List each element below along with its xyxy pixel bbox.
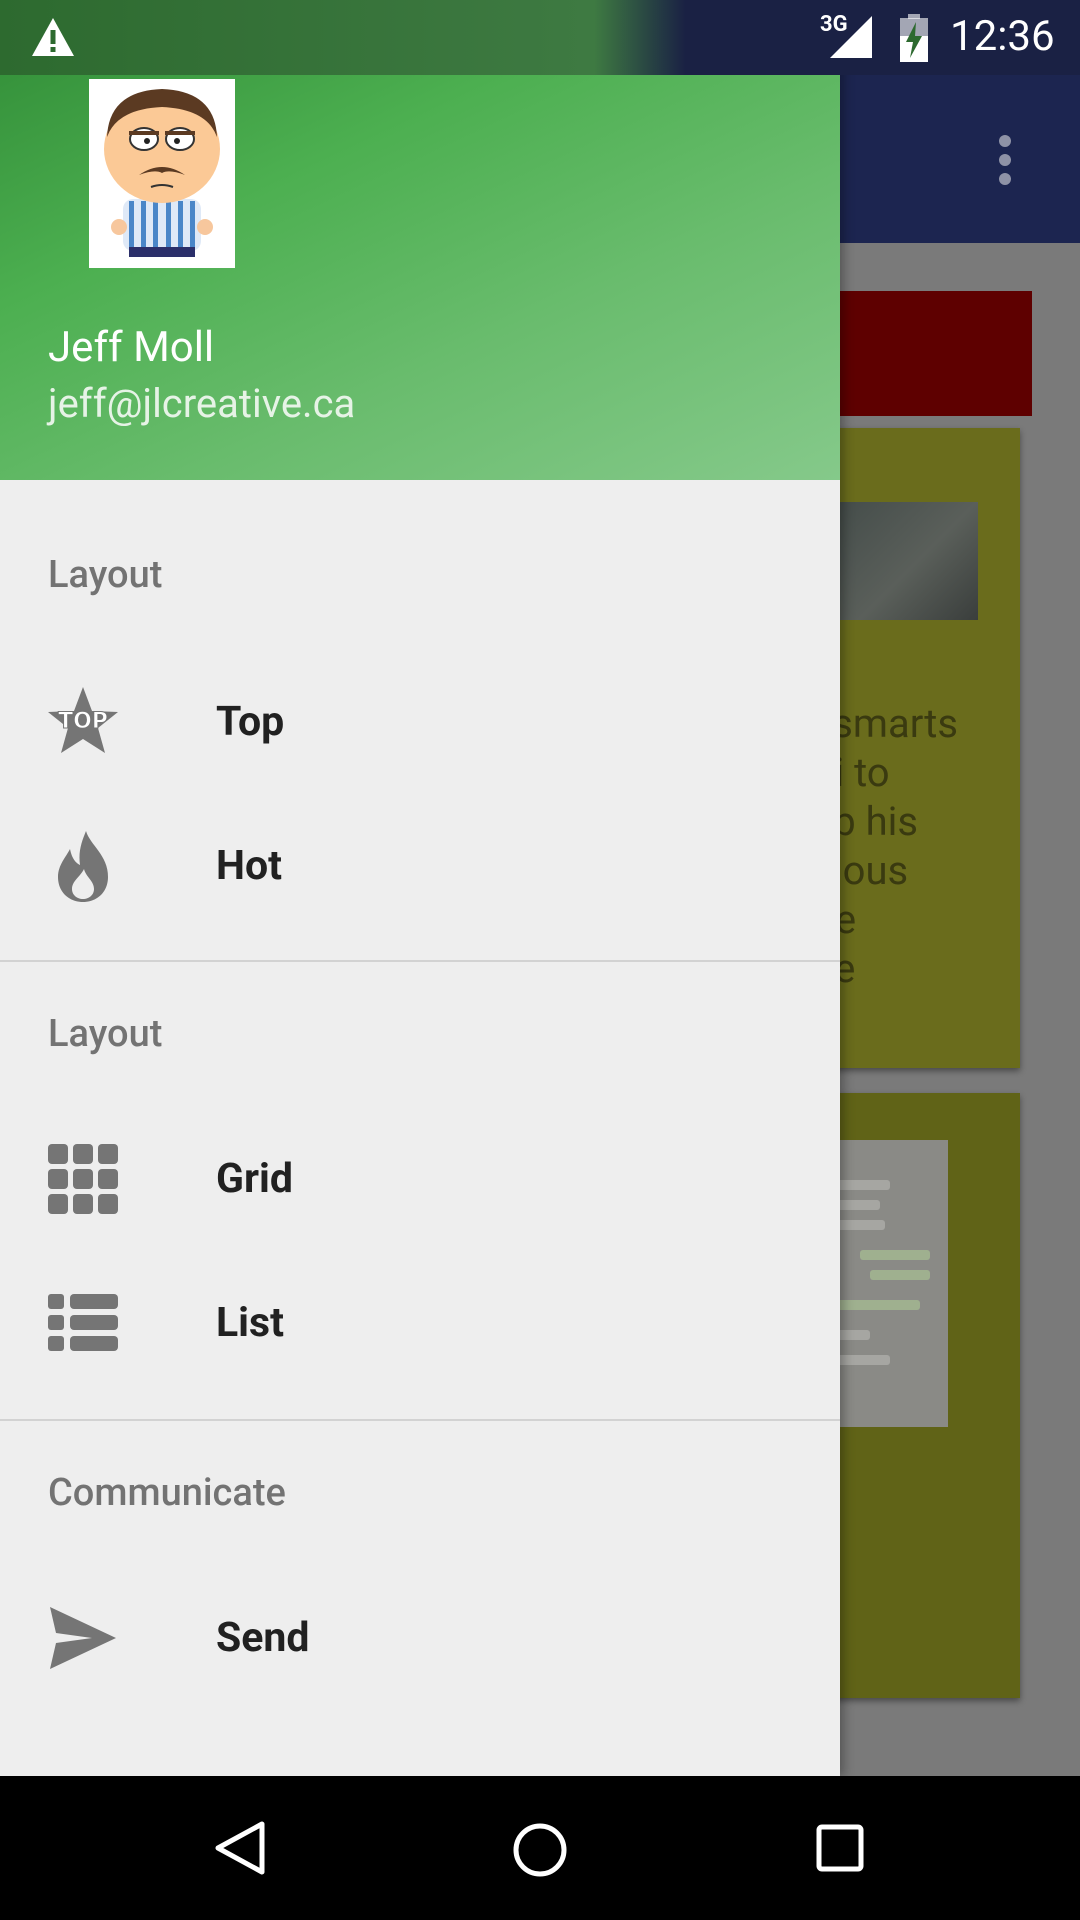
back-icon[interactable] xyxy=(210,1818,270,1878)
user-email: jeff@jlcreative.ca xyxy=(48,380,356,427)
section-title-layout: Layout xyxy=(48,553,163,597)
warning-icon xyxy=(32,18,74,56)
user-name: Jeff Moll xyxy=(48,323,215,372)
feed-card-text: o ksmarts gi to ep his cious ite ne xyxy=(812,651,959,992)
avatar[interactable] xyxy=(89,79,235,268)
send-icon xyxy=(50,1607,116,1669)
menu-item-label: Hot xyxy=(216,842,282,890)
menu-item-label: Send xyxy=(216,1614,310,1662)
menu-item-hot[interactable]: Hot xyxy=(0,802,840,932)
recents-icon[interactable] xyxy=(816,1824,864,1872)
battery-charging-icon xyxy=(900,14,928,62)
menu-item-send[interactable]: Send xyxy=(0,1574,840,1704)
grid-icon xyxy=(48,1144,118,1214)
menu-item-label: List xyxy=(216,1299,284,1347)
flame-icon xyxy=(58,831,108,902)
menu-item-list[interactable]: List xyxy=(0,1259,840,1389)
svg-text:TOP: TOP xyxy=(58,709,108,734)
navigation-drawer[interactable]: Jeff Moll jeff@jlcreative.ca Layout TOP … xyxy=(0,0,840,1776)
menu-item-grid[interactable]: Grid xyxy=(0,1115,840,1245)
status-bar: 3G 12:36 xyxy=(0,0,1080,75)
section-title-communicate: Communicate xyxy=(48,1471,286,1515)
clock: 12:36 xyxy=(950,12,1055,61)
menu-item-label: Top xyxy=(216,698,285,746)
top-star-icon: TOP xyxy=(48,687,118,753)
list-icon xyxy=(48,1294,118,1351)
home-icon[interactable] xyxy=(512,1822,568,1878)
divider xyxy=(0,960,840,962)
overflow-menu-icon[interactable] xyxy=(995,135,1015,185)
network-type: 3G xyxy=(820,12,848,37)
menu-item-top[interactable]: TOP Top xyxy=(0,658,840,788)
divider xyxy=(0,1419,840,1421)
menu-item-label: Grid xyxy=(216,1155,293,1203)
section-title-layout: Layout xyxy=(48,1012,163,1056)
